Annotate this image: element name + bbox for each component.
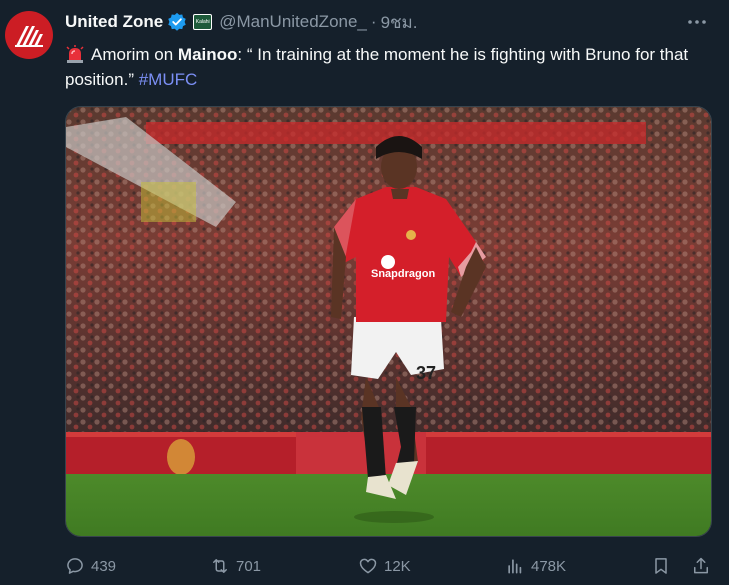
shirt-sponsor-text: Snapdragon [371,268,435,280]
like-button[interactable]: 12K [358,553,411,579]
share-icon [694,557,708,574]
text-bold-name: Mainoo [177,45,238,64]
avatar[interactable] [5,11,53,59]
separator: · [370,12,377,31]
repost-icon [213,559,227,573]
reply-button[interactable]: 439 [65,553,116,579]
affiliate-flag-icon[interactable]: Kalahi [193,14,213,30]
repost-button[interactable]: 701 [210,553,261,579]
tweet-media-photo[interactable]: 37 Snapdragon [65,106,712,537]
text-intro: Amorim on [91,45,178,64]
more-dots-icon [688,20,706,24]
views-button[interactable]: 478K [505,553,566,579]
timestamp[interactable]: 9ชม. [381,9,418,36]
bookmark-icon [655,558,667,574]
reply-count: 439 [91,557,117,575]
repost-count: 701 [236,557,262,575]
affiliate-badge-text: Kalahi [195,19,210,25]
tweet-header: United Zone Kalahi @ManUnitedZone_ · 9ชม… [65,11,417,33]
shorts-number: 37 [416,363,436,383]
reply-icon [67,558,83,574]
tweet-actions: 439 701 12K 478K [65,553,720,579]
share-button[interactable] [691,553,717,579]
like-count: 12K [384,557,411,575]
display-name[interactable]: United Zone [65,12,163,32]
views-chart-icon [508,559,522,574]
heart-icon [359,558,377,574]
more-button[interactable] [685,10,709,34]
football-player-photo: 37 Snapdragon [66,107,711,536]
verified-badge-icon [168,12,186,31]
siren-emoji-icon [66,45,84,63]
united-zone-logo-icon [15,26,43,47]
views-count: 478K [531,557,567,575]
bookmark-button[interactable] [651,553,677,579]
tweet-card[interactable]: United Zone Kalahi @ManUnitedZone_ · 9ชม… [0,0,729,585]
hashtag-link[interactable]: #MUFC [139,70,198,89]
tweet-text: Amorim on Mainoo: “ In training at the m… [65,42,720,92]
handle[interactable]: @ManUnitedZone_ [219,12,367,32]
